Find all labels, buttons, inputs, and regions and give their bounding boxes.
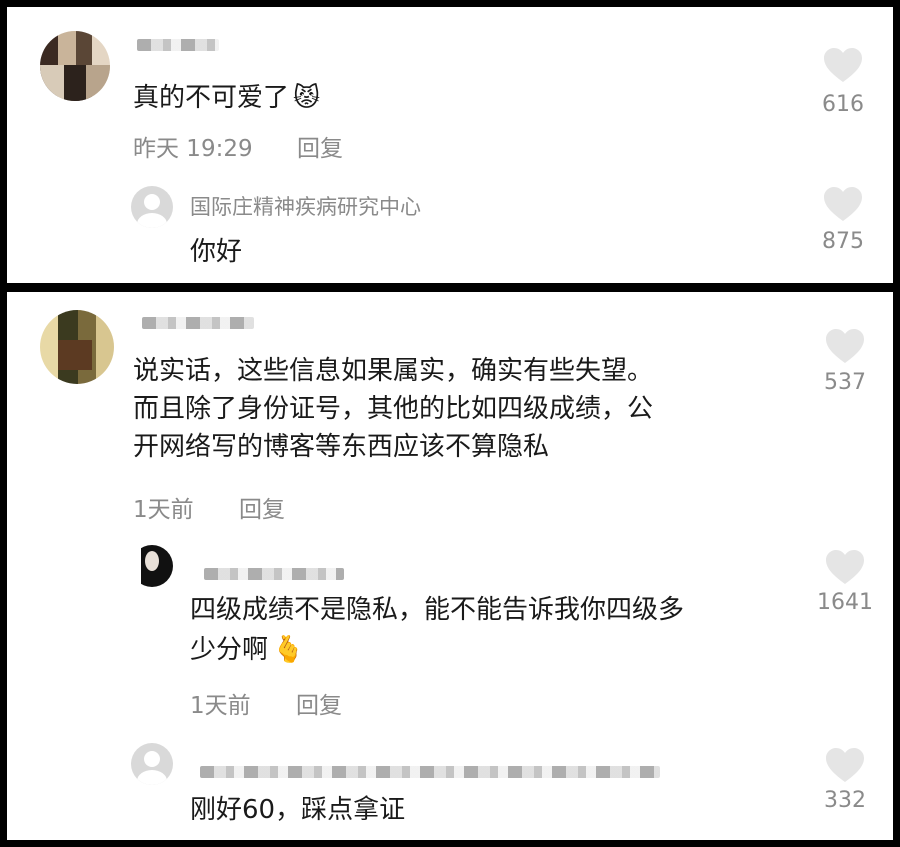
heart-icon (826, 748, 864, 782)
like-button[interactable] (823, 186, 863, 226)
like-count: 1641 (817, 590, 873, 615)
heart-icon (826, 550, 864, 584)
comment-text: 真的不可爱了 😾 (133, 83, 321, 113)
like-count: 537 (824, 370, 866, 395)
like-button[interactable] (825, 747, 865, 787)
avatar[interactable] (40, 31, 110, 101)
like-count: 875 (822, 229, 864, 254)
cat-emoji-icon: 😾 (293, 83, 321, 113)
reply-text: 四级成绩不是隐私，能不能告诉我你四级多 少分啊 🫰 (190, 595, 685, 665)
like-count: 332 (824, 788, 866, 813)
finger-heart-emoji-icon: 🫰 (272, 635, 305, 665)
username-blurred[interactable] (142, 317, 254, 329)
default-avatar-icon[interactable] (131, 743, 173, 785)
reply-button[interactable]: 回复 (239, 490, 285, 524)
like-button[interactable] (825, 549, 865, 589)
comment-card-2: 说实话，这些信息如果属实，确实有些失望。 而且除了身份证号，其他的比如四级成绩，… (7, 292, 893, 840)
comment-time: 昨天 19:29 (133, 136, 253, 162)
like-count: 616 (822, 92, 864, 117)
reply-username-blurred[interactable] (204, 568, 344, 580)
heart-icon (826, 329, 864, 363)
heart-icon (824, 187, 862, 221)
reply-text: 你好 (190, 237, 243, 267)
reply-text: 刚好60，踩点拿证 (190, 795, 406, 825)
like-button[interactable] (825, 328, 865, 368)
reply-time: 1天前 (190, 693, 251, 719)
default-avatar-icon[interactable] (131, 186, 173, 228)
reply-button[interactable]: 回复 (297, 129, 343, 163)
reply-button[interactable]: 回复 (296, 686, 342, 720)
heart-icon (824, 48, 862, 82)
username-blurred[interactable] (137, 39, 219, 51)
avatar[interactable] (40, 310, 114, 384)
avatar[interactable] (131, 545, 173, 587)
reply-username-blurred[interactable] (200, 766, 660, 778)
comment-card-1: 真的不可爱了 😾 昨天 19:29 回复 616 国际庄精神疾病研究中心 你好 8… (7, 7, 893, 283)
comment-time: 1天前 (133, 497, 194, 523)
like-button[interactable] (823, 47, 863, 87)
reply-username[interactable]: 国际庄精神疾病研究中心 (190, 191, 421, 221)
comment-text: 说实话，这些信息如果属实，确实有些失望。 而且除了身份证号，其他的比如四级成绩，… (133, 356, 654, 462)
